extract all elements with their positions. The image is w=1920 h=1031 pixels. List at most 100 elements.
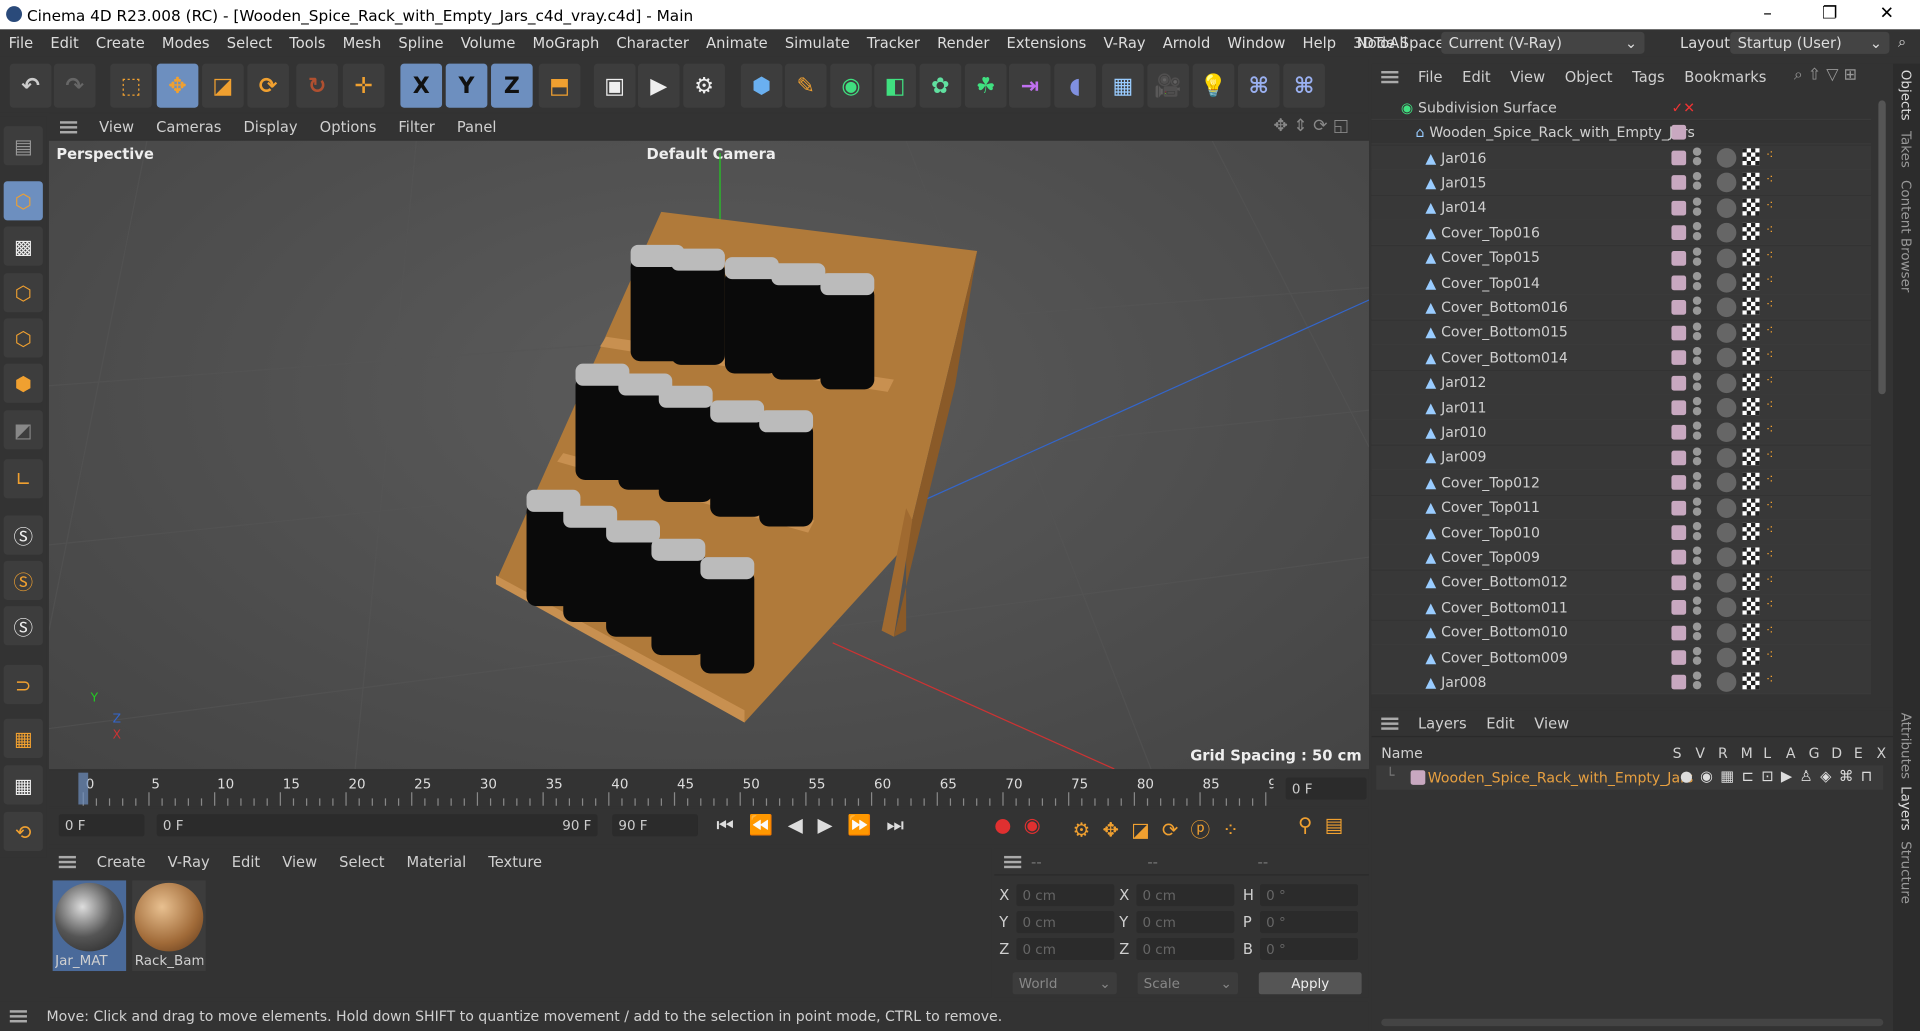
snap-icon[interactable]: Ⓢ xyxy=(3,515,43,555)
layer-menu-edit[interactable]: Edit xyxy=(1486,714,1514,731)
point-mode-icon[interactable]: ⬡ xyxy=(3,273,43,313)
material-tag-icon[interactable] xyxy=(1742,447,1760,466)
vray-tag-icon[interactable] xyxy=(1716,248,1737,268)
texture-tag-icon[interactable]: ⁖ xyxy=(1766,647,1774,663)
viewport-menu-panel[interactable]: Panel xyxy=(457,118,497,135)
material-menu-vray[interactable]: V-Ray xyxy=(168,853,210,870)
texture-tag-icon[interactable]: ⁖ xyxy=(1766,272,1774,288)
menu-modes[interactable]: Modes xyxy=(162,34,210,51)
object-menu-view[interactable]: View xyxy=(1510,69,1545,86)
layer-column-e[interactable]: E xyxy=(1854,744,1863,761)
texture-tag-icon[interactable]: ⁖ xyxy=(1766,247,1774,263)
menu-render[interactable]: Render xyxy=(937,34,989,51)
world-select[interactable]: World ⌄ xyxy=(1012,972,1117,995)
hamburger-icon[interactable] xyxy=(1381,71,1399,84)
visibility-dots-icon[interactable]: ● ● xyxy=(1692,446,1702,467)
object-menu-object[interactable]: Object xyxy=(1565,69,1613,86)
material-tag-icon[interactable] xyxy=(1742,622,1760,640)
object-row[interactable]: ▲ Cover_Top015 ● ● ⁖ xyxy=(1371,245,1872,271)
object-row[interactable]: ▲ Cover_Top011 ● ● ⁖ xyxy=(1371,495,1872,520)
menu-character[interactable]: Character xyxy=(616,34,689,51)
object-row[interactable]: ▲ Cover_Bottom012 ● ● ⁖ xyxy=(1371,570,1872,595)
material-menu-view[interactable]: View xyxy=(282,853,317,870)
visibility-dots-icon[interactable]: ● ● xyxy=(1692,521,1702,542)
axis-mode-icon[interactable]: ∟ xyxy=(3,459,43,499)
texture-tag-icon[interactable]: ⁖ xyxy=(1766,322,1774,338)
layer-color-tag[interactable] xyxy=(1671,175,1687,191)
deformer-icon[interactable]: ⇥ xyxy=(1008,63,1051,108)
vray-tag-icon[interactable] xyxy=(1716,323,1737,343)
vray-tag-icon[interactable] xyxy=(1716,572,1737,593)
coord-field[interactable]: 0 cm xyxy=(1136,937,1235,961)
cloner-icon[interactable]: ☘ xyxy=(964,63,1007,108)
layer-column-g[interactable]: G xyxy=(1809,744,1820,761)
object-row[interactable]: ▲ Jar016 ● ● ⁖ xyxy=(1371,145,1872,171)
material-tag-icon[interactable] xyxy=(1742,347,1760,366)
side-tab-layers[interactable]: Layers xyxy=(1898,786,1914,831)
render-settings-button[interactable]: ⚙ xyxy=(683,63,725,108)
texture-tag-icon[interactable]: ⁖ xyxy=(1766,297,1774,313)
coord-field[interactable]: 0 ° xyxy=(1260,911,1358,934)
object-row[interactable]: ▲ Jar015 ● ● ⁖ xyxy=(1371,170,1872,196)
apply-button[interactable]: Apply xyxy=(1258,972,1362,995)
material-tag-icon[interactable] xyxy=(1742,647,1760,665)
menu-arnold[interactable]: Arnold xyxy=(1163,34,1211,51)
object-row[interactable]: ▲ Cover_Top009 ● ● ⁖ xyxy=(1371,545,1872,570)
layer-color-tag[interactable] xyxy=(1671,475,1687,491)
close-button[interactable]: ✕ xyxy=(1880,4,1894,24)
playback-controls[interactable]: ⏮⏪◀▶⏩⏭ xyxy=(716,813,918,837)
x-axis-button[interactable]: X xyxy=(400,63,443,108)
object-menu-file[interactable]: File xyxy=(1418,69,1443,86)
material-tag-icon[interactable] xyxy=(1742,522,1760,541)
visibility-dots-icon[interactable]: ● ● xyxy=(1692,171,1702,192)
viewport-menu-display[interactable]: Display xyxy=(243,118,297,135)
vray-tag-icon[interactable] xyxy=(1716,298,1737,318)
viewport-menu-options[interactable]: Options xyxy=(320,118,377,135)
vray-tag-icon[interactable] xyxy=(1716,672,1737,693)
object-row[interactable]: ▲ Cover_Top014 ● ● ⁖ xyxy=(1371,270,1872,296)
menu-v-ray[interactable]: V-Ray xyxy=(1103,34,1145,51)
render-picture-viewer-button[interactable]: ▶ xyxy=(637,63,680,108)
object-menu-bookmarks[interactable]: Bookmarks xyxy=(1684,69,1766,86)
light-icon[interactable]: 💡 xyxy=(1192,63,1235,108)
texture-tag-icon[interactable]: ⁖ xyxy=(1766,497,1774,513)
menu-spline[interactable]: Spline xyxy=(398,34,443,51)
node-space-select[interactable]: Current (V-Ray) ⌄ xyxy=(1441,31,1645,54)
layer-column-x[interactable]: X xyxy=(1877,744,1887,761)
object-row[interactable]: ▲ Cover_Bottom014 ● ● ⁖ xyxy=(1371,345,1872,371)
layer-color-tag[interactable] xyxy=(1671,150,1687,166)
texture-tag-icon[interactable]: ⁖ xyxy=(1766,672,1774,688)
transform-button[interactable]: ✛ xyxy=(342,63,385,108)
visibility-dots-icon[interactable]: ● ● xyxy=(1692,646,1702,667)
viewport-navigation-icons[interactable]: ✥ ⇕ ⟳ ◱ xyxy=(1273,116,1349,136)
menu-tracker[interactable]: Tracker xyxy=(867,34,920,51)
material-swatch[interactable]: Rack_Bamb xyxy=(132,880,206,972)
layer-color-tag[interactable] xyxy=(1671,200,1687,216)
coord-field[interactable]: 0 cm xyxy=(1016,911,1115,934)
texture-tag-icon[interactable]: ⁖ xyxy=(1766,197,1774,213)
minimize-button[interactable]: – xyxy=(1763,4,1772,24)
search-icon[interactable]: ⌕ xyxy=(1898,33,1906,51)
layer-color-tag[interactable] xyxy=(1671,375,1687,391)
vray-tag-icon[interactable] xyxy=(1716,547,1737,568)
layer-color-tag[interactable] xyxy=(1671,225,1687,241)
texture-tag-icon[interactable]: ⁖ xyxy=(1766,397,1774,413)
material-tag-icon[interactable] xyxy=(1742,173,1760,191)
vray-tag-icon[interactable] xyxy=(1716,647,1737,668)
menu-select[interactable]: Select xyxy=(227,34,272,51)
menu-mograph[interactable]: MoGraph xyxy=(533,34,600,51)
coordinate-system-button[interactable]: ⬒ xyxy=(538,63,581,108)
viewport-menu-filter[interactable]: Filter xyxy=(398,118,434,135)
y-axis-button[interactable]: Y xyxy=(445,63,488,108)
menu-file[interactable]: File xyxy=(9,34,34,51)
texture-tag-icon[interactable]: ⁖ xyxy=(1766,347,1774,363)
texture-tag-icon[interactable]: ⁖ xyxy=(1766,547,1774,563)
object-row[interactable]: ▲ Cover_Top010 ● ● ⁖ xyxy=(1371,520,1872,545)
side-tab-takes[interactable]: Takes xyxy=(1898,131,1914,168)
layer-column-a[interactable]: A xyxy=(1786,744,1796,761)
material-tag-icon[interactable] xyxy=(1742,273,1760,291)
render-view-button[interactable]: ▣ xyxy=(593,63,636,108)
texture-tag-icon[interactable]: ⁖ xyxy=(1766,422,1774,438)
layer-color-tag[interactable] xyxy=(1671,550,1687,565)
coord-field[interactable]: 0 cm xyxy=(1136,884,1235,907)
